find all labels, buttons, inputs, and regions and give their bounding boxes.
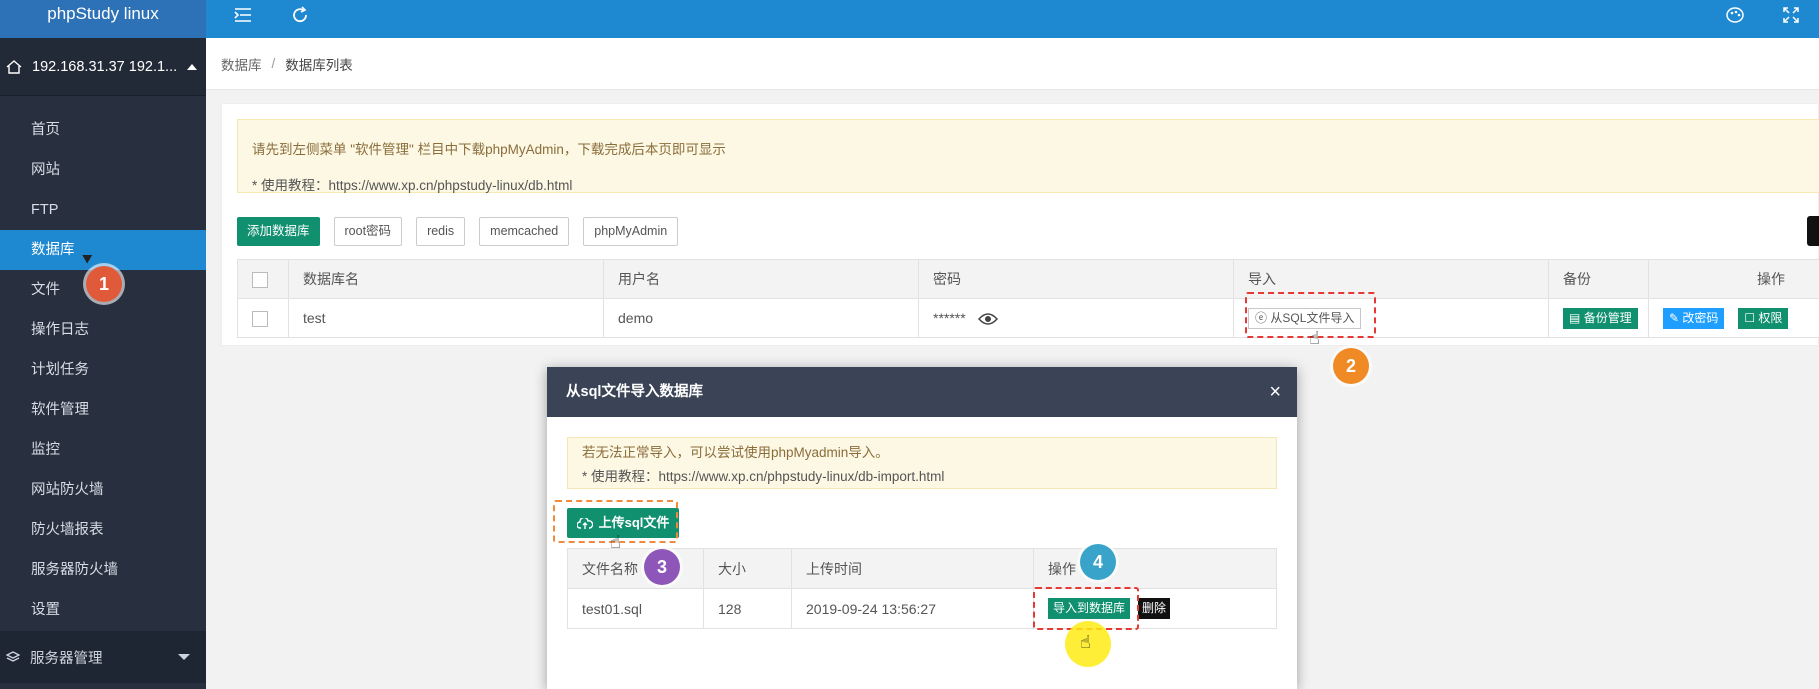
select-all-cell: [237, 259, 289, 299]
phpmyadmin-notice: 请先到左侧菜单 "软件管理" 栏目中下载phpMyAdmin，下载完成后本页即可…: [237, 119, 1819, 193]
sidebar-item-website[interactable]: 网站: [0, 150, 206, 190]
row-checkbox[interactable]: [252, 310, 268, 327]
sidebar-item-server-firewall[interactable]: 服务器防火墙: [0, 550, 206, 590]
database-card: 请先到左侧菜单 "软件管理" 栏目中下载phpMyAdmin，下载完成后本页即可…: [221, 103, 1819, 346]
server-label: 192.168.31.37 192.1...: [32, 58, 178, 75]
breadcrumb: 数据库 / 数据库列表: [206, 38, 1819, 90]
db-user-cell: demo: [603, 298, 919, 338]
refresh-icon[interactable]: [291, 6, 309, 24]
col-password: 密码: [918, 259, 1234, 299]
sidebar-group-server-management[interactable]: 服务器管理: [0, 631, 206, 683]
breadcrumb-separator: /: [271, 56, 276, 71]
modal-title: 从sql文件导入数据库: [566, 384, 703, 400]
top-bar: [206, 0, 1819, 38]
permission-button[interactable]: ☐ 权限: [1738, 307, 1789, 329]
col-upload-time: 上传时间: [791, 548, 1034, 589]
phpmyadmin-button[interactable]: phpMyAdmin: [583, 217, 679, 246]
step-badge-4: 4: [1080, 544, 1116, 580]
sidebar-menu: 首页 网站 FTP 数据库 文件 操作日志 计划任务 软件管理 监控 网站防火墙…: [0, 96, 206, 630]
step-badge-2: 2: [1333, 348, 1369, 384]
modal-notice-line-1: 若无法正常导入，可以尝试使用phpMyadmin导入。: [582, 445, 889, 460]
modal-header: 从sql文件导入数据库 ×: [547, 367, 1297, 417]
sidebar-item-software[interactable]: 软件管理: [0, 390, 206, 430]
sidebar: phpStudy linux 192.168.31.37 192.1... 首页…: [0, 0, 206, 689]
db-toolbar: 添加数据库 root密码 redis memcached phpMyAdmin: [237, 217, 679, 246]
db-password-cell: ******: [918, 298, 1234, 338]
backup-manage-button[interactable]: ▤ 备份管理: [1563, 307, 1638, 329]
layers-icon: [6, 651, 20, 662]
close-icon[interactable]: ×: [1269, 367, 1281, 417]
select-all-checkbox[interactable]: [252, 271, 268, 288]
floating-tab[interactable]: [1807, 216, 1819, 246]
root-password-button[interactable]: root密码: [333, 217, 403, 246]
pointer-hand-icon: ☝: [1309, 328, 1320, 348]
notice-line-1: 请先到左侧菜单 "软件管理" 栏目中下载phpMyAdmin，下载完成后本页即可…: [252, 142, 726, 157]
sidebar-item-cron[interactable]: 计划任务: [0, 350, 206, 390]
col-username: 用户名: [603, 259, 919, 299]
sidebar-item-monitor[interactable]: 监控: [0, 430, 206, 470]
password-mask: ******: [933, 309, 966, 326]
database-table: 数据库名 用户名 密码 导入 备份 操作 test demo ****** ⓔ …: [237, 259, 1819, 338]
file-name-cell: test01.sql: [567, 588, 704, 629]
caret-down-icon: [178, 654, 190, 660]
sidebar-item-settings[interactable]: 设置: [0, 590, 206, 630]
memcached-button[interactable]: memcached: [479, 217, 570, 246]
server-selector[interactable]: 192.168.31.37 192.1...: [0, 38, 206, 96]
step-badge-3: 3: [644, 549, 680, 585]
breadcrumb-current: 数据库列表: [285, 57, 353, 73]
breadcrumb-parent[interactable]: 数据库: [221, 54, 262, 74]
backup-manage-label: 备份管理: [1583, 310, 1632, 325]
home-icon: [6, 59, 22, 74]
sidebar-item-oplog[interactable]: 操作日志: [0, 310, 206, 350]
fullscreen-icon[interactable]: [1783, 7, 1799, 23]
palette-icon[interactable]: [1726, 7, 1744, 23]
sidebar-item-home[interactable]: 首页: [0, 110, 206, 150]
sidebar-item-ftp[interactable]: FTP: [0, 190, 206, 230]
app-logo: phpStudy linux: [0, 0, 206, 38]
col-file-actions: 操作: [1033, 548, 1277, 589]
pointer-hand-icon: ⯆: [80, 250, 95, 270]
sidebar-group-label: 服务器管理: [30, 650, 103, 667]
eye-icon[interactable]: [977, 312, 998, 326]
change-password-label: 改密码: [1682, 310, 1719, 325]
col-filename: 文件名称: [567, 548, 704, 589]
permission-label: 权限: [1758, 310, 1783, 325]
notice-line-2: * 使用教程：https://www.xp.cn/phpstudy-linux/…: [252, 178, 573, 193]
table-row: test01.sql 128 2019-09-24 13:56:27 导入到数据…: [567, 588, 1277, 629]
change-password-button[interactable]: ✎ 改密码: [1663, 307, 1725, 329]
db-name-cell: test: [288, 298, 604, 338]
pencil-icon: ✎: [1669, 310, 1680, 325]
pointer-hand-icon: ☝: [1080, 632, 1091, 652]
menu-fold-icon[interactable]: [234, 7, 252, 23]
col-size: 大小: [703, 548, 792, 589]
col-backup: 备份: [1548, 259, 1649, 299]
table-row: test demo ****** ⓔ 从SQL文件导入 ▤ 备份管理 ✎ 改密码…: [237, 298, 1819, 338]
backup-icon: ▤: [1569, 310, 1581, 325]
step-badge-1: 1: [86, 266, 122, 302]
db-backup-cell: ▤ 备份管理: [1548, 298, 1649, 338]
row-select-cell: [237, 298, 289, 338]
delete-file-button[interactable]: 删除: [1138, 598, 1171, 619]
pointer-hand-icon: ☝: [610, 532, 621, 552]
table-header-row: 数据库名 用户名 密码 导入 备份 操作: [237, 259, 1819, 299]
file-size-cell: 128: [703, 588, 792, 629]
redis-button[interactable]: redis: [416, 217, 466, 246]
sidebar-item-waf[interactable]: 网站防火墙: [0, 470, 206, 510]
sidebar-item-database[interactable]: 数据库: [0, 230, 206, 270]
lock-icon: ☐: [1744, 310, 1756, 325]
caret-up-icon: [187, 63, 198, 70]
db-actions-cell: ✎ 改密码 ☐ 权限: [1648, 298, 1819, 338]
sidebar-item-firewall-report[interactable]: 防火墙报表: [0, 510, 206, 550]
file-time-cell: 2019-09-24 13:56:27: [791, 588, 1034, 629]
col-actions: 操作: [1648, 259, 1819, 299]
modal-notice-line-2: * 使用教程：https://www.xp.cn/phpstudy-linux/…: [582, 469, 945, 484]
modal-notice: 若无法正常导入，可以尝试使用phpMyadmin导入。 * 使用教程：https…: [567, 437, 1277, 489]
add-database-button[interactable]: 添加数据库: [237, 217, 320, 246]
col-db-name: 数据库名: [288, 259, 604, 299]
